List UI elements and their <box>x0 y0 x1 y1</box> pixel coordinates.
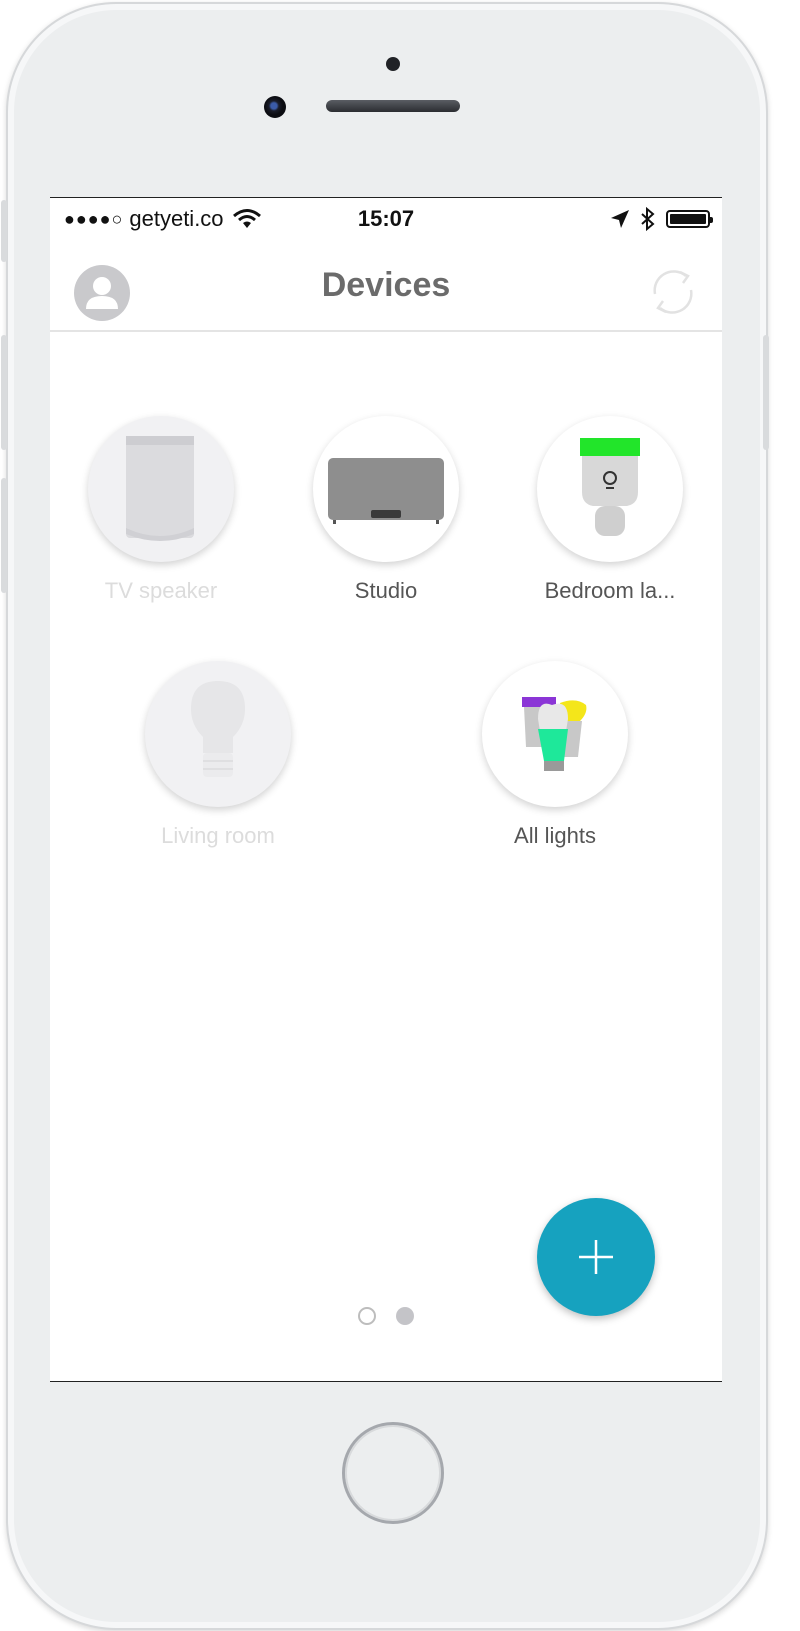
page-dot-1[interactable] <box>358 1307 376 1325</box>
sync-icon[interactable] <box>648 264 698 320</box>
sonos-play5-icon <box>328 458 444 524</box>
home-button[interactable] <box>342 1422 444 1524</box>
volume-up-button <box>1 335 7 450</box>
device-bedroom-lamp[interactable]: Bedroom la... <box>500 416 720 604</box>
device-studio[interactable]: Studio <box>276 416 496 604</box>
earpiece-speaker <box>326 100 460 112</box>
device-icon-circle <box>537 416 683 562</box>
power-button <box>763 335 769 450</box>
proximity-sensor <box>386 57 400 71</box>
plus-icon <box>579 1240 613 1274</box>
wemo-bulb-icon <box>191 681 245 777</box>
bluetooth-icon <box>641 207 655 231</box>
status-indicators <box>610 207 713 231</box>
battery-icon <box>666 210 713 228</box>
location-arrow-icon <box>611 210 629 228</box>
front-camera <box>264 96 286 118</box>
lifx-bulb-icon <box>580 438 640 536</box>
device-label: TV speaker <box>104 578 218 603</box>
mute-switch <box>1 200 7 262</box>
status-bar: ●●●●○ getyeti.co 15:07 <box>50 198 722 240</box>
device-icon-circle <box>88 416 234 562</box>
device-icon-circle <box>482 661 628 807</box>
multi-bulb-icon <box>522 697 587 771</box>
device-label: All lights <box>514 823 596 848</box>
sonos-speaker-icon <box>126 436 194 541</box>
app-screen: ●●●●○ getyeti.co 15:07 Devices TV speake… <box>50 197 722 1382</box>
device-icon-circle <box>313 416 459 562</box>
device-living-room[interactable]: Living room <box>108 661 328 849</box>
device-label: Studio <box>354 578 418 603</box>
device-icon-circle <box>145 661 291 807</box>
page-indicator[interactable] <box>50 1307 722 1325</box>
device-label: Bedroom la... <box>544 578 676 603</box>
page-title: Devices <box>321 266 451 304</box>
volume-down-button <box>1 478 7 593</box>
nav-bar: Devices <box>50 240 722 332</box>
page-dot-2-current[interactable] <box>396 1307 414 1325</box>
device-tv-speaker[interactable]: TV speaker <box>51 416 271 604</box>
device-label: Living room <box>161 823 275 848</box>
add-device-button[interactable] <box>537 1198 655 1316</box>
device-all-lights[interactable]: All lights <box>445 661 665 849</box>
